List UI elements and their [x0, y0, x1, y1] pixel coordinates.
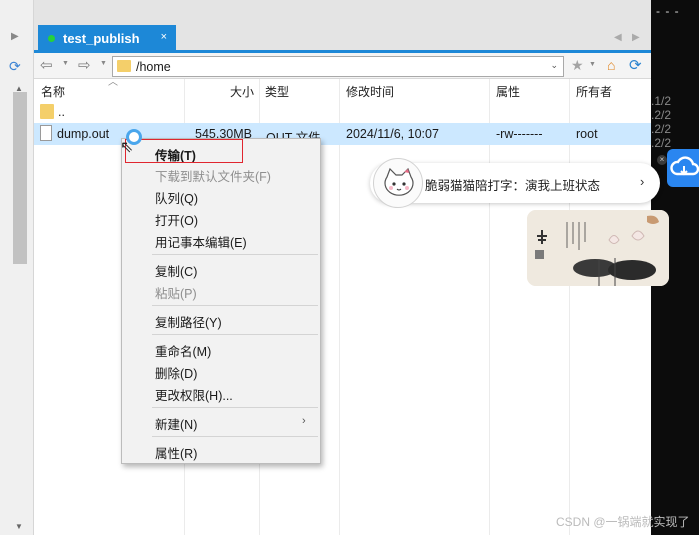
scrollbar-thumb[interactable]	[13, 92, 27, 264]
chevron-down-icon[interactable]: ⌄	[550, 60, 558, 71]
terminal-text: .2/2	[651, 136, 672, 150]
tab-title: test_publish	[63, 31, 140, 46]
menu-separator	[152, 305, 318, 306]
close-icon[interactable]: ×	[657, 155, 667, 165]
menu-item-properties[interactable]: 属性(R)	[155, 443, 197, 462]
submenu-arrow-icon: ›	[302, 415, 306, 427]
menu-item-queue[interactable]: 队列(Q)	[155, 188, 198, 207]
tab-bar: test_publish × ◀ ▶	[34, 0, 651, 52]
table-row[interactable]: ..	[34, 101, 651, 123]
menu-separator	[152, 436, 318, 437]
menu-item-download-default: 下载到默认文件夹(F)	[155, 170, 271, 184]
file-mtime: 2024/11/6, 10:07	[346, 127, 439, 141]
csdn-watermark: CSDN @一锅端就实现了	[556, 515, 690, 529]
lotus-painting-image	[527, 210, 669, 286]
terminal-text: .1/2	[651, 94, 672, 108]
cloud-sync-button[interactable]	[667, 149, 699, 187]
context-menu: 传输(T) 下载到默认文件夹(F) 队列(Q) 打开(O) 用记事本编辑(E) …	[121, 138, 321, 464]
connected-status-icon	[48, 35, 55, 42]
cloud-icon	[670, 156, 699, 176]
column-divider	[489, 79, 490, 535]
assistant-bubble-text: 脆弱猫猫陪打字：演我上班状态	[425, 179, 601, 193]
file-attr: -rw-------	[496, 127, 543, 141]
menu-item-copy[interactable]: 复制(C)	[155, 261, 197, 280]
close-icon[interactable]: ×	[161, 31, 167, 43]
terminal-text: - - -	[656, 4, 680, 18]
refresh-icon[interactable]: ⟳	[9, 58, 21, 75]
assistant-bubble[interactable]: 脆弱猫猫陪打字：演我上班状态 ›	[370, 158, 660, 208]
terminal-text: .2/2	[651, 122, 672, 136]
column-divider	[569, 79, 570, 535]
forward-dropdown-icon[interactable]: ▼	[100, 60, 107, 67]
refresh-icon[interactable]: ⟳	[629, 56, 642, 74]
cat-avatar-icon	[373, 158, 423, 208]
forward-arrow-icon[interactable]: ⇨	[78, 56, 91, 74]
tab-scroll-left-icon[interactable]: ◀	[614, 32, 622, 43]
folder-icon	[117, 60, 131, 72]
column-header-mtime[interactable]: 修改时间	[346, 83, 394, 100]
tab-scroll-right-icon[interactable]: ▶	[632, 32, 640, 43]
toolbar: ⇦ ▼ ⇨ ▼ /home ⌄ ★ ▼ ⌂ ⟳	[34, 53, 651, 79]
column-header-owner[interactable]: 所有者	[576, 83, 612, 100]
path-text: /home	[136, 60, 171, 74]
column-divider	[339, 79, 340, 535]
path-input[interactable]: /home ⌄	[112, 56, 564, 77]
menu-item-delete[interactable]: 删除(D)	[155, 363, 197, 382]
menu-separator	[152, 407, 318, 408]
file-owner: root	[576, 127, 598, 141]
menu-item-paste: 粘贴(P)	[155, 287, 197, 301]
terminal-text: .2/2	[651, 108, 672, 122]
menu-item-copy-path[interactable]: 复制路径(Y)	[155, 312, 222, 331]
scroll-down-icon[interactable]: ▼	[15, 522, 23, 531]
menu-item-rename[interactable]: 重命名(M)	[155, 341, 211, 360]
menu-item-new[interactable]: 新建(N)	[155, 414, 197, 433]
column-header-attr[interactable]: 属性	[496, 83, 520, 100]
column-header-size[interactable]: 大小	[230, 83, 254, 100]
home-icon[interactable]: ⌂	[607, 57, 615, 73]
left-strip: ▶ ⟳ ▲ ▼	[0, 0, 34, 535]
sort-indicator-icon: ︿	[108, 77, 118, 88]
file-name: dump.out	[57, 127, 110, 141]
menu-item-edit-notepad[interactable]: 用记事本编辑(E)	[155, 232, 247, 251]
menu-separator	[152, 334, 318, 335]
file-name: ..	[58, 105, 65, 119]
file-icon	[40, 125, 52, 141]
highlight-box	[125, 139, 243, 163]
column-header-type[interactable]: 类型	[265, 83, 289, 100]
bookmark-star-icon[interactable]: ★	[571, 57, 584, 74]
caret-right-icon[interactable]: ▶	[11, 31, 19, 42]
menu-item-open[interactable]: 打开(O)	[155, 210, 198, 229]
back-dropdown-icon[interactable]: ▼	[62, 60, 69, 67]
cursor-arrow-icon: ⇖	[120, 139, 134, 156]
chevron-right-icon[interactable]: ›	[640, 174, 644, 189]
session-tab[interactable]: test_publish ×	[38, 25, 176, 52]
menu-separator	[152, 254, 318, 255]
column-header-name[interactable]: 名称	[41, 83, 65, 100]
bookmark-dropdown-icon[interactable]: ▼	[589, 61, 596, 68]
folder-icon	[40, 104, 54, 119]
menu-item-chmod[interactable]: 更改权限(H)...	[155, 385, 233, 404]
back-arrow-icon[interactable]: ⇦	[40, 56, 53, 74]
lotus-painting-card[interactable]	[527, 210, 669, 286]
